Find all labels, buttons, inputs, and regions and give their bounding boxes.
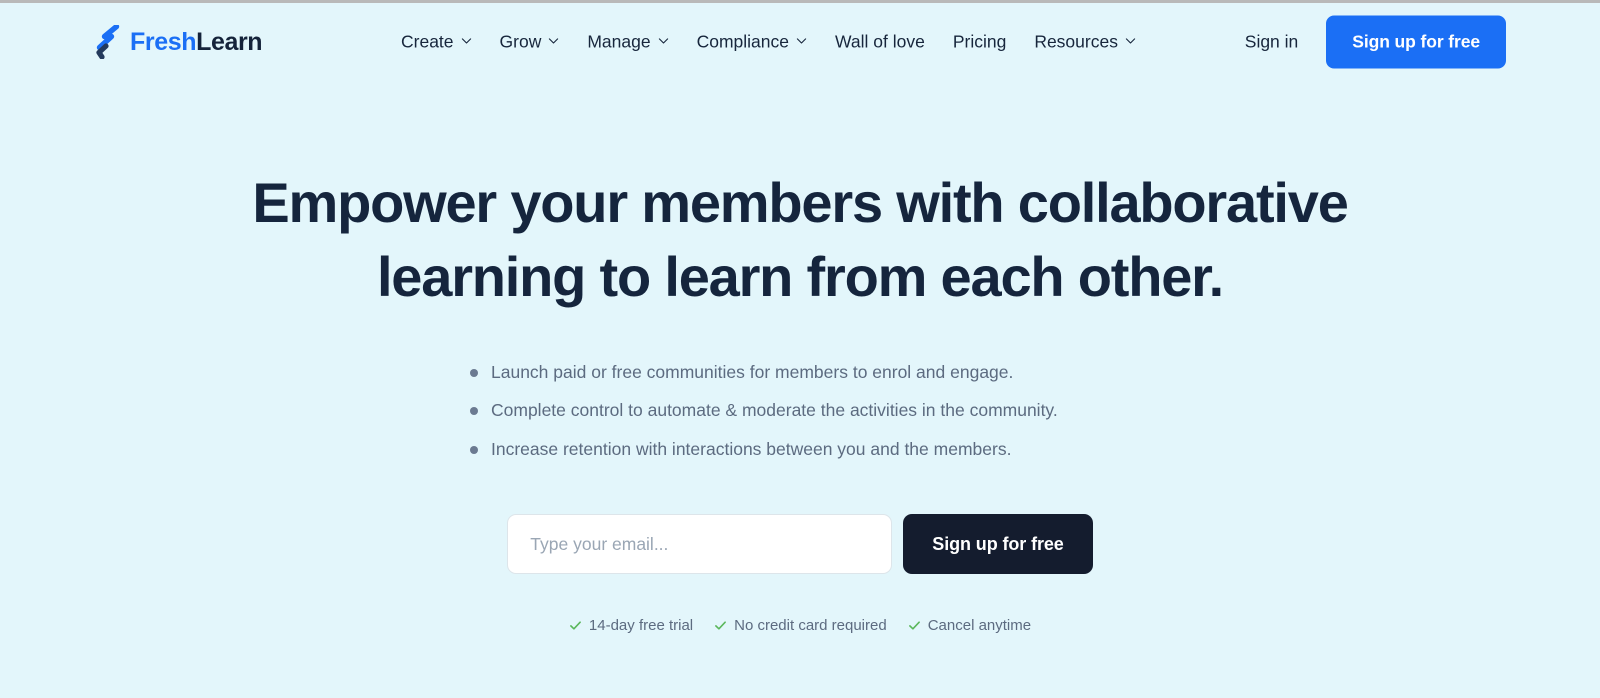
bullet-dot-icon xyxy=(470,368,478,377)
brand-name-part-2: Learn xyxy=(196,27,263,56)
email-field[interactable] xyxy=(507,514,893,575)
brand-name-part-1: Fresh xyxy=(130,27,197,56)
hero-feature-list: Launch paid or free communities for memb… xyxy=(470,361,1130,459)
site-header: FreshLearn Create Grow Manage Compliance… xyxy=(0,3,1600,81)
chevron-down-icon xyxy=(658,36,669,47)
list-item-label: Launch paid or free communities for memb… xyxy=(491,361,1014,382)
trust-item-no-credit-card: No credit card required xyxy=(714,618,887,633)
chevron-down-icon xyxy=(548,36,559,47)
trust-item-label: Cancel anytime xyxy=(927,617,1032,635)
nav-item-manage-label: Manage xyxy=(587,31,651,52)
nav-item-pricing[interactable]: Pricing xyxy=(953,33,1007,51)
trust-indicators: 14-day free trial No credit card require… xyxy=(569,618,1031,633)
nav-item-wall-of-love-label: Wall of love xyxy=(835,31,925,52)
header-actions: Sign in Sign up for free xyxy=(1245,15,1506,69)
page-title: Empower your members with collaborative … xyxy=(250,166,1350,314)
nav-item-compliance[interactable]: Compliance xyxy=(697,33,807,51)
nav-item-create[interactable]: Create xyxy=(401,33,472,51)
hero-section: Empower your members with collaborative … xyxy=(0,81,1600,698)
hero-title-line-2: learning to learn from each other. xyxy=(376,244,1224,308)
list-item: Increase retention with interactions bet… xyxy=(470,438,1130,459)
brand-name: FreshLearn xyxy=(130,27,263,56)
nav-item-compliance-label: Compliance xyxy=(696,31,789,52)
list-item: Complete control to automate & moderate … xyxy=(470,402,1130,420)
trust-item-free-trial: 14-day free trial xyxy=(569,618,693,633)
chevron-down-icon xyxy=(1125,36,1136,47)
nav-item-create-label: Create xyxy=(401,31,454,52)
bullet-dot-icon xyxy=(470,407,478,416)
nav-item-pricing-label: Pricing xyxy=(952,31,1007,52)
trust-item-label: No credit card required xyxy=(734,617,887,635)
list-item: Launch paid or free communities for memb… xyxy=(470,361,1130,382)
check-icon xyxy=(714,619,727,632)
nav-item-resources[interactable]: Resources xyxy=(1034,33,1136,51)
brand-logo[interactable]: FreshLearn xyxy=(95,25,263,59)
signup-form: Sign up for free xyxy=(507,514,1093,575)
trust-item-cancel-anytime: Cancel anytime xyxy=(908,618,1031,633)
chevron-down-icon xyxy=(461,36,472,47)
hero-title-line-1: Empower your members with collaborative xyxy=(252,171,1348,234)
chevron-down-icon xyxy=(796,36,807,47)
sign-in-link[interactable]: Sign in xyxy=(1245,33,1299,51)
bullet-dot-icon xyxy=(470,445,478,454)
list-item-label: Increase retention with interactions bet… xyxy=(491,438,1012,459)
primary-navigation: Create Grow Manage Compliance Wall of lo… xyxy=(401,33,1136,51)
nav-item-wall-of-love[interactable]: Wall of love xyxy=(835,33,925,51)
freshlearn-bolt-logo-icon xyxy=(96,25,120,59)
landing-page: FreshLearn Create Grow Manage Compliance… xyxy=(0,0,1600,698)
check-icon xyxy=(569,619,582,632)
list-item-label: Complete control to automate & moderate … xyxy=(491,400,1058,421)
nav-item-grow-label: Grow xyxy=(499,31,542,52)
nav-item-manage[interactable]: Manage xyxy=(587,33,668,51)
check-icon xyxy=(908,619,921,632)
trust-item-label: 14-day free trial xyxy=(588,617,694,635)
header-sign-up-button[interactable]: Sign up for free xyxy=(1326,15,1506,69)
hero-sign-up-button[interactable]: Sign up for free xyxy=(903,514,1093,575)
nav-item-grow[interactable]: Grow xyxy=(500,33,560,51)
nav-item-resources-label: Resources xyxy=(1034,31,1118,52)
